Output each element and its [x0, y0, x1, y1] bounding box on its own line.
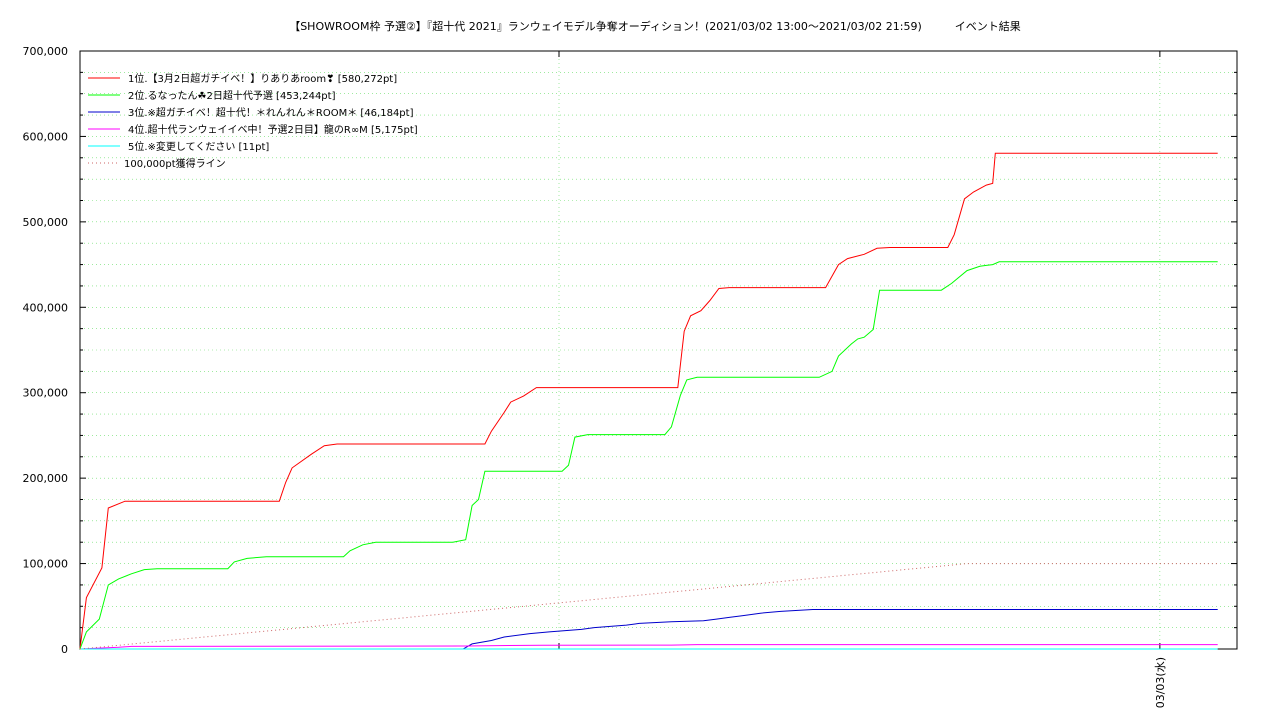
legend-label-1: 1位.【3月2日超ガチイベ！】りありあroom❣ [580,272pt] — [128, 72, 397, 85]
chart-title: 【SHOWROOM枠 予選②】『超十代 2021』ランウェイモデル争奪オーディシ… — [289, 19, 1021, 33]
x-tick-label: 03/03(水) — [1154, 657, 1167, 708]
series-group — [79, 152, 1218, 650]
y-tick-label: 700,000 — [23, 45, 69, 58]
legend: 1位.【3月2日超ガチイベ！】りありあroom❣ [580,272pt] 2位.る… — [88, 72, 418, 170]
y-tick-label: 0 — [61, 643, 68, 656]
y-tick-label: 500,000 — [23, 216, 69, 229]
legend-label-3: 3位.※超ガチイベ！超十代！＊れんれん＊ROOM＊ [46,184pt] — [128, 106, 414, 119]
series-line-1 — [79, 152, 1218, 650]
legend-label-4: 4位.超十代ランウェイイベ中！予選2日目】龍のR∞M [5,175pt] — [128, 123, 418, 136]
y-tick-label: 100,000 — [23, 558, 69, 571]
y-tick-label: 400,000 — [23, 301, 69, 314]
series-line-2 — [79, 261, 1218, 650]
legend-label-5: 5位.※変更してください [11pt] — [128, 140, 269, 153]
y-tick-label: 600,000 — [23, 130, 69, 143]
series-line-3 — [80, 609, 1218, 650]
legend-label-6: 100,000pt獲得ライン — [124, 157, 226, 170]
plot-frame — [79, 50, 1238, 650]
y-tick-label: 300,000 — [23, 387, 69, 400]
line-chart: 【SHOWROOM枠 予選②】『超十代 2021』ランウェイモデル争奪オーディシ… — [23, 19, 1238, 708]
grid-group — [80, 50, 1237, 650]
legend-label-2: 2位.るなったん☘2日超十代予選 [453,244pt] — [128, 89, 336, 102]
series-line-4 — [79, 644, 1218, 650]
y-tick-label: 200,000 — [23, 472, 69, 485]
